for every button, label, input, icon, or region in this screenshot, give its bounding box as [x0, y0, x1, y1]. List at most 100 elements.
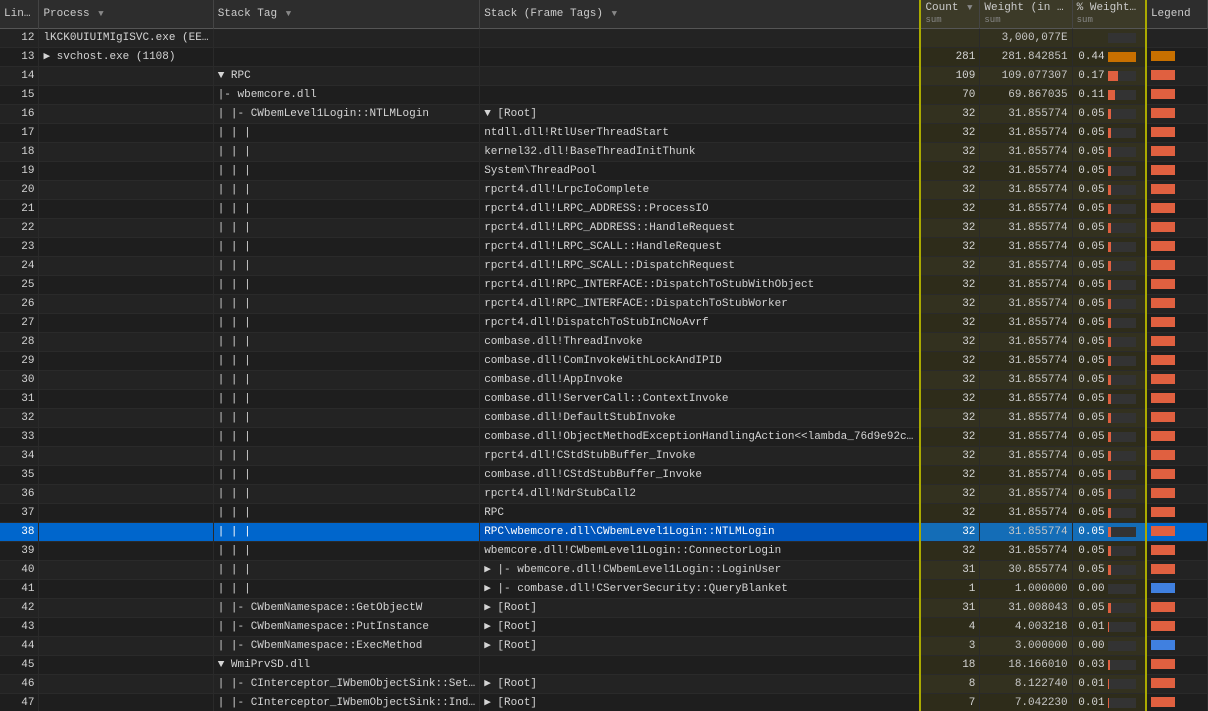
table-row[interactable]: 43 | |- CWbemNamespace::PutInstance▶ [Ro…: [0, 618, 1208, 637]
legend-swatch: [1151, 317, 1175, 327]
weight-bar: [1108, 698, 1136, 708]
col-header-stack-tag[interactable]: Stack Tag ▼: [213, 0, 480, 29]
table-row[interactable]: 25 | | |rpcrt4.dll!RPC_INTERFACE::Dispat…: [0, 276, 1208, 295]
cell-weight: 7.042230: [980, 694, 1072, 711]
cell-count: 32: [920, 181, 979, 200]
col-header-process[interactable]: Process ▼: [39, 0, 213, 29]
cell-count: 32: [920, 485, 979, 504]
cell-legend: [1146, 599, 1208, 618]
legend-swatch: [1151, 526, 1175, 536]
col-header-pct-weight[interactable]: % Weight ▼ sum: [1072, 0, 1146, 29]
cell-pct-weight: 0.05: [1072, 428, 1146, 447]
cell-stack-tag: | | |: [213, 352, 480, 371]
table-row[interactable]: 28 | | |combase.dll!ThreadInvoke3231.855…: [0, 333, 1208, 352]
cell-pct-weight: 0.01: [1072, 675, 1146, 694]
cell-line: 34: [0, 447, 39, 466]
pct-value: 0.05: [1077, 277, 1105, 293]
cell-stack-tag: | | |: [213, 333, 480, 352]
table-row[interactable]: 15 |- wbemcore.dll7069.8670350.11: [0, 86, 1208, 105]
cell-weight: 3,000,077E: [980, 29, 1072, 48]
weight-bar-fill: [1108, 52, 1136, 62]
table-row[interactable]: 14 ▼ RPC109109.0773070.17: [0, 67, 1208, 86]
table-row[interactable]: 31 | | |combase.dll!ServerCall::ContextI…: [0, 390, 1208, 409]
pct-value: 0.05: [1077, 410, 1105, 426]
weight-bar-fill: [1108, 489, 1111, 499]
table-row[interactable]: 16 | |- CWbemLevel1Login::NTLMLogin▼ [Ro…: [0, 105, 1208, 124]
table-row[interactable]: 40 | | |▶ |- wbemcore.dll!CWbemLevel1Log…: [0, 561, 1208, 580]
cell-stack-tag: | | |: [213, 314, 480, 333]
table-row[interactable]: 22 | | |rpcrt4.dll!LRPC_ADDRESS::HandleR…: [0, 219, 1208, 238]
cell-count: 32: [920, 542, 979, 561]
table-row[interactable]: 33 | | |combase.dll!ObjectMethodExceptio…: [0, 428, 1208, 447]
table-row[interactable]: 24 | | |rpcrt4.dll!LRPC_SCALL::DispatchR…: [0, 257, 1208, 276]
cell-weight: 8.122740: [980, 675, 1072, 694]
table-row[interactable]: 18 | | |kernel32.dll!BaseThreadInitThunk…: [0, 143, 1208, 162]
table-row[interactable]: 17 | | |ntdll.dll!RtlUserThreadStart3231…: [0, 124, 1208, 143]
col-header-weight[interactable]: Weight (in view... ▼ sum: [980, 0, 1072, 29]
cell-legend: [1146, 105, 1208, 124]
cell-frame-tags: ntdll.dll!RtlUserThreadStart: [480, 124, 921, 143]
cell-legend: [1146, 428, 1208, 447]
table-row[interactable]: 12 lKCK0UIUIMIgISVC.exe (EEE)3,000,077E: [0, 29, 1208, 48]
cell-count: 32: [920, 371, 979, 390]
cell-count: 32: [920, 333, 979, 352]
cell-process: [39, 219, 213, 238]
weight-bar: [1108, 90, 1136, 100]
table-row[interactable]: 20 | | |rpcrt4.dll!LrpcIoComplete3231.85…: [0, 181, 1208, 200]
cell-process: [39, 542, 213, 561]
table-row[interactable]: 13▶ svchost.exe (1108)281281.8428510.44: [0, 48, 1208, 67]
cell-process: [39, 390, 213, 409]
table-row[interactable]: 39 | | |wbemcore.dll!CWbemLevel1Login::C…: [0, 542, 1208, 561]
table-row[interactable]: 27 | | |rpcrt4.dll!DispatchToStubInCNoAv…: [0, 314, 1208, 333]
col-header-line[interactable]: Line # ▼: [0, 0, 39, 29]
cell-pct-weight: 0.05: [1072, 219, 1146, 238]
col-header-frame-tags[interactable]: Stack (Frame Tags) ▼: [480, 0, 921, 29]
table-row[interactable]: 21 | | |rpcrt4.dll!LRPC_ADDRESS::Process…: [0, 200, 1208, 219]
table-row[interactable]: 26 | | |rpcrt4.dll!RPC_INTERFACE::Dispat…: [0, 295, 1208, 314]
weight-bar-fill: [1108, 356, 1111, 366]
table-row[interactable]: 47 | |- CInterceptor_IWbemObjectSink::In…: [0, 694, 1208, 711]
cell-weight: 31.855774: [980, 390, 1072, 409]
table-row[interactable]: 37 | | |RPC3231.8557740.05: [0, 504, 1208, 523]
table-row[interactable]: 46 | |- CInterceptor_IWbemObjectSink::Se…: [0, 675, 1208, 694]
legend-swatch: [1151, 640, 1175, 650]
cell-stack-tag: | |- CInterceptor_IWbemObjectSink::Indic…: [213, 694, 480, 711]
table-row[interactable]: 44 | |- CWbemNamespace::ExecMethod▶ [Roo…: [0, 637, 1208, 656]
cell-count: 32: [920, 428, 979, 447]
col-header-count[interactable]: Count ▼ sum: [920, 0, 979, 29]
table-row[interactable]: 23 | | |rpcrt4.dll!LRPC_SCALL::HandleReq…: [0, 238, 1208, 257]
pct-value: 0.05: [1077, 182, 1105, 198]
cell-count: 32: [920, 238, 979, 257]
table-row[interactable]: 32 | | |combase.dll!DefaultStubInvoke323…: [0, 409, 1208, 428]
pct-value: 0.05: [1077, 296, 1105, 312]
cell-process: [39, 257, 213, 276]
table-row[interactable]: 45 ▼ WmiPrvSD.dll1818.1660100.03: [0, 656, 1208, 675]
cell-stack-tag: | | |: [213, 580, 480, 599]
cell-process: [39, 466, 213, 485]
legend-swatch: [1151, 279, 1175, 289]
pct-value: 0.05: [1077, 125, 1105, 141]
table-row[interactable]: 35 | | |combase.dll!CStdStubBuffer_Invok…: [0, 466, 1208, 485]
table-row[interactable]: 30 | | |combase.dll!AppInvoke3231.855774…: [0, 371, 1208, 390]
weight-bar-fill: [1108, 318, 1111, 328]
table-row[interactable]: 36 | | |rpcrt4.dll!NdrStubCall23231.8557…: [0, 485, 1208, 504]
table-row[interactable]: 41 | | |▶ |- combase.dll!CServerSecurity…: [0, 580, 1208, 599]
cell-pct-weight: 0.00: [1072, 580, 1146, 599]
cell-legend: [1146, 580, 1208, 599]
pct-value: 0.11: [1077, 87, 1105, 103]
cell-stack-tag: | |- CWbemLevel1Login::NTLMLogin: [213, 105, 480, 124]
weight-bar: [1108, 299, 1136, 309]
pct-value: 0.05: [1077, 334, 1105, 350]
cell-frame-tags: [480, 656, 921, 675]
weight-bar-fill: [1108, 451, 1111, 461]
cell-count: 32: [920, 523, 979, 542]
table-row[interactable]: 19 | | |System\ThreadPool3231.8557740.05: [0, 162, 1208, 181]
cell-process: [39, 561, 213, 580]
table-row[interactable]: 29 | | |combase.dll!ComInvokeWithLockAnd…: [0, 352, 1208, 371]
table-row[interactable]: 34 | | |rpcrt4.dll!CStdStubBuffer_Invoke…: [0, 447, 1208, 466]
table-row[interactable]: 38 | | |RPC\wbemcore.dll\CWbemLevel1Logi…: [0, 523, 1208, 542]
legend-swatch: [1151, 374, 1175, 384]
weight-bar-fill: [1108, 109, 1111, 119]
table-row[interactable]: 42 | |- CWbemNamespace::GetObjectW▶ [Roo…: [0, 599, 1208, 618]
cell-process: [39, 276, 213, 295]
